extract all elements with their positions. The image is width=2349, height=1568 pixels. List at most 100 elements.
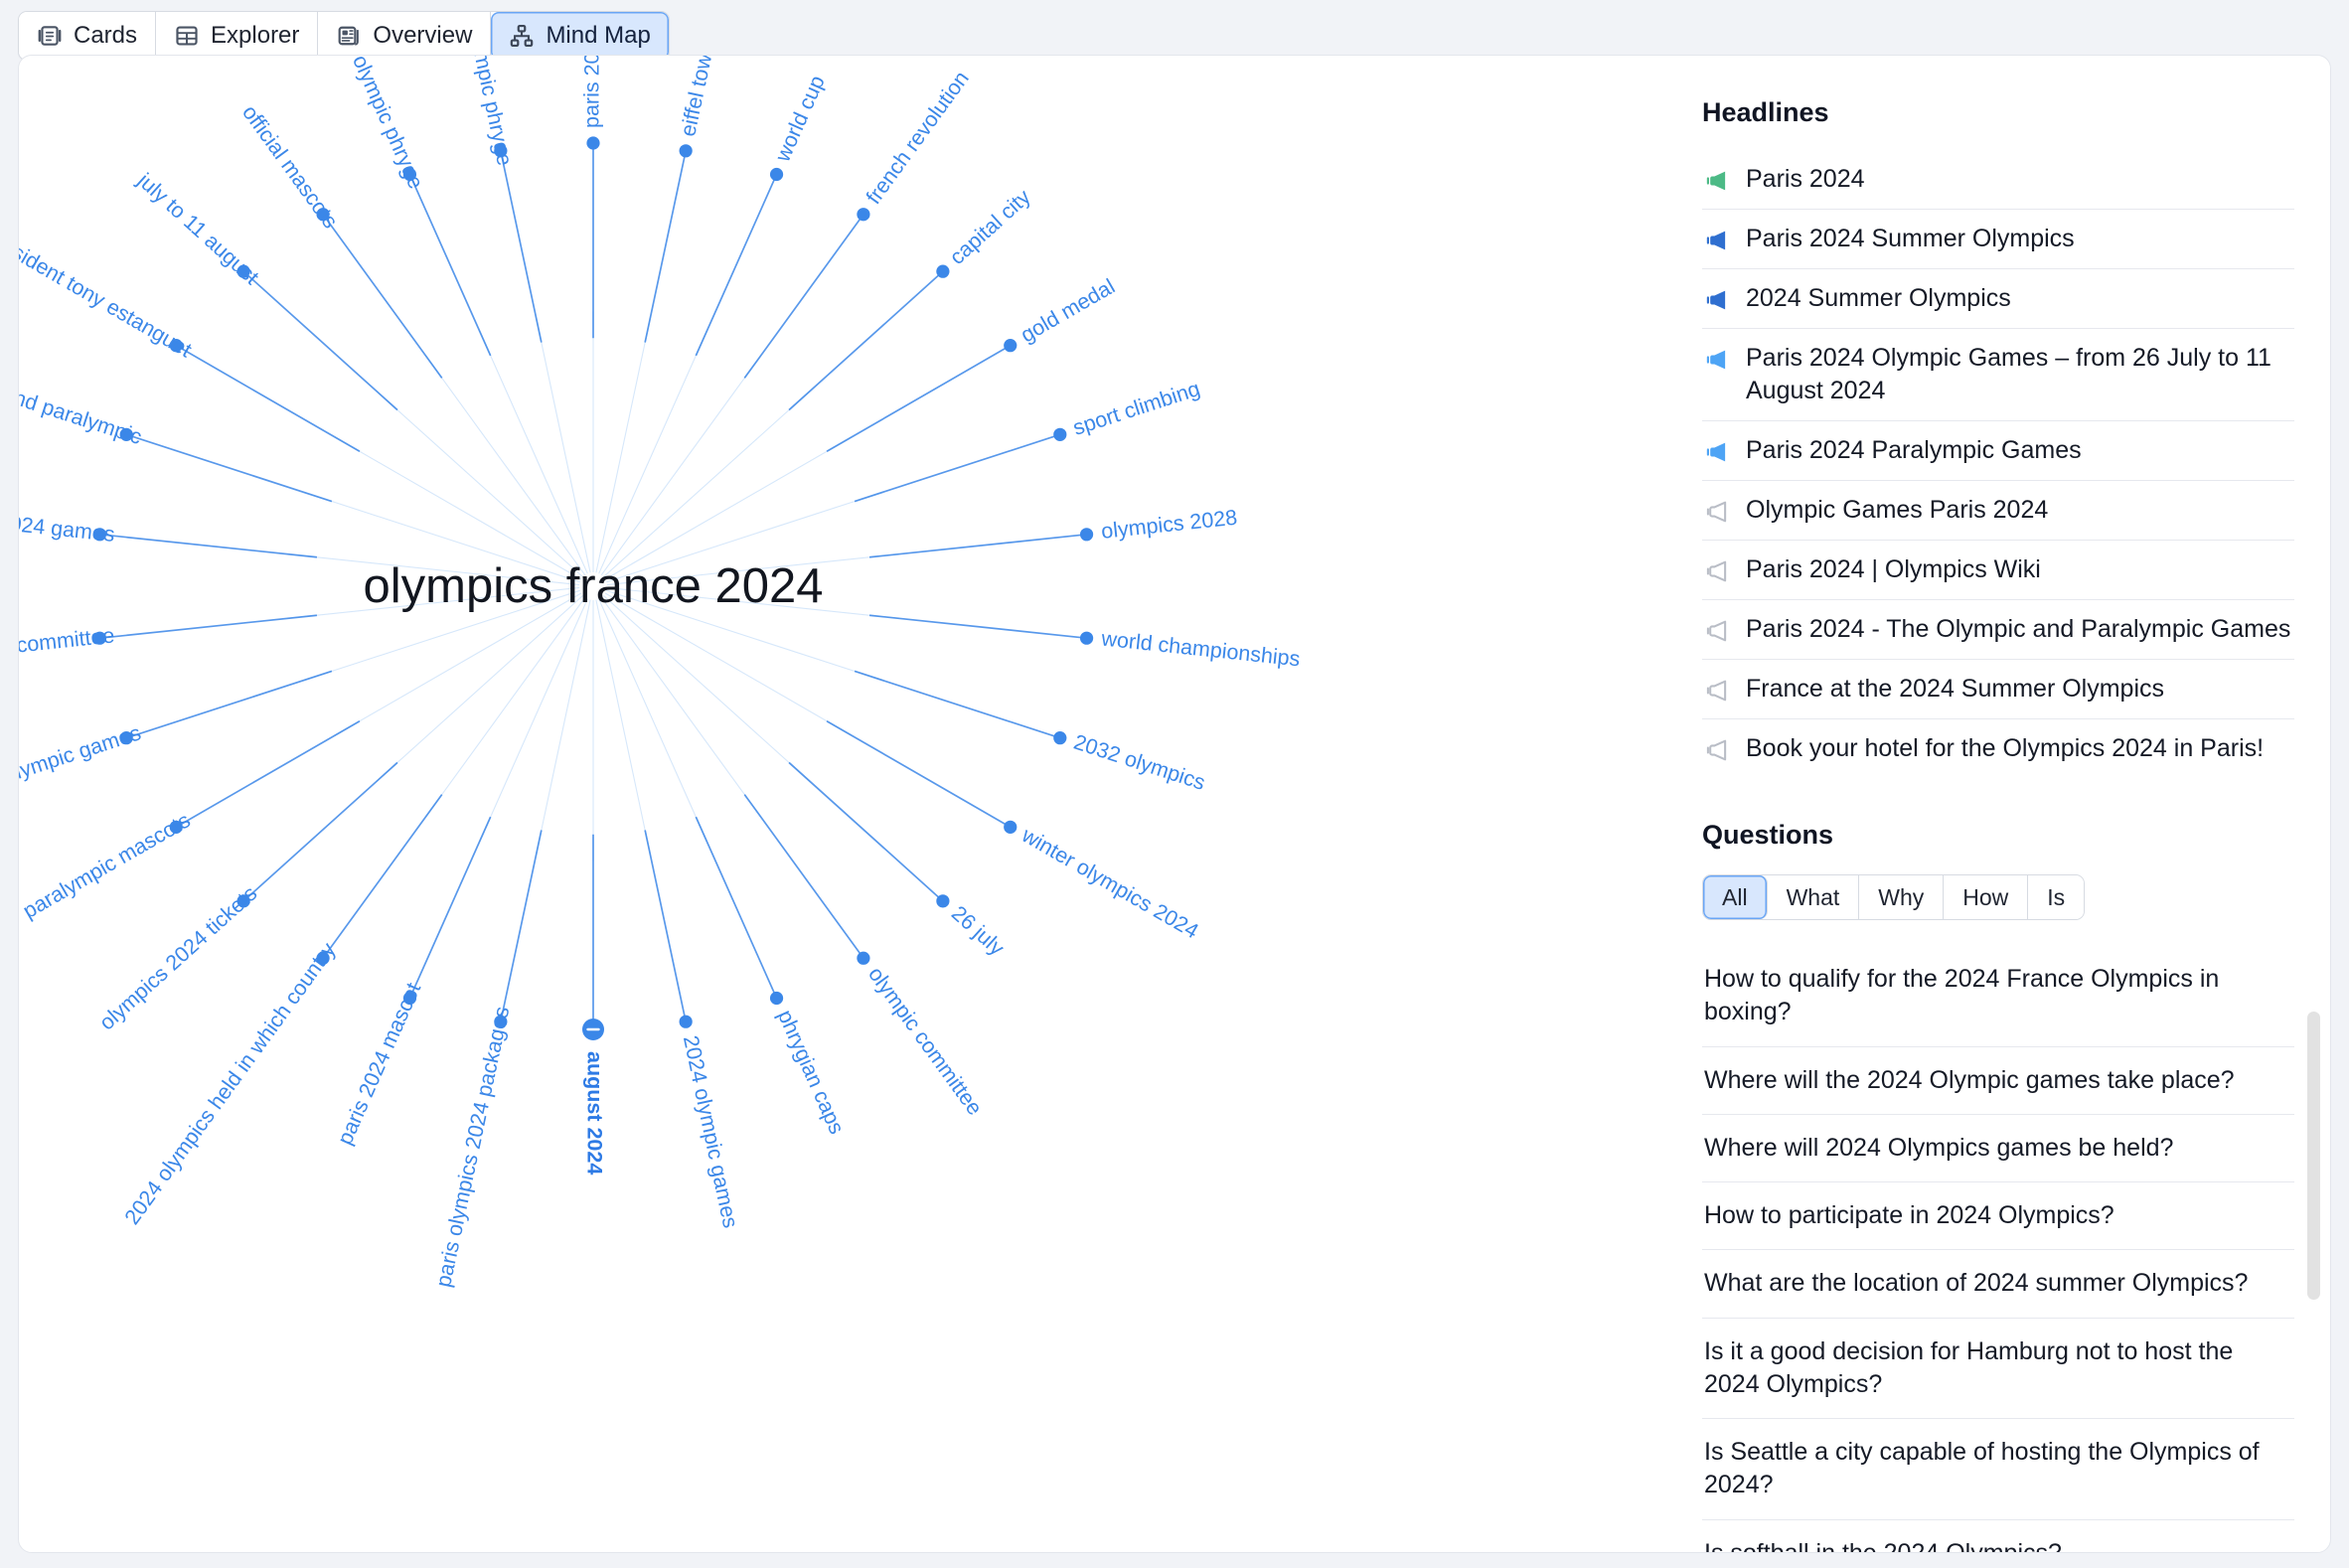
mindmap-branch-line (99, 535, 316, 557)
question-filter-why[interactable]: Why (1859, 875, 1944, 919)
mindmap-node[interactable]: 2032 olympics (855, 671, 1208, 794)
headline-item[interactable]: Paris 2024 | Olympics Wiki (1702, 541, 2294, 600)
mindmap-node-dot[interactable] (936, 894, 949, 907)
mindmap-node[interactable]: olympics 2024 tickets (94, 762, 396, 1034)
tab-mind-map[interactable]: Mind Map (491, 12, 668, 60)
question-item[interactable]: Is softball in the 2024 Olympics? (1702, 1520, 2294, 1554)
mindmap-node-label[interactable]: phrygian caps (773, 1007, 849, 1138)
mindmap-node-dot[interactable] (1080, 632, 1093, 645)
mindmap-node-label[interactable]: paralympic phryge (457, 56, 517, 168)
question-item[interactable]: What are the location of 2024 summer Oly… (1702, 1250, 2294, 1318)
headline-item[interactable]: Paris 2024 Summer Olympics (1702, 210, 2294, 269)
question-filter-is[interactable]: Is (2028, 875, 2084, 919)
questions-scrollbar-thumb[interactable] (2307, 1012, 2320, 1300)
question-item[interactable]: How to qualify for the 2024 France Olymp… (1702, 946, 2294, 1047)
headline-item[interactable]: Paris 2024 (1702, 150, 2294, 210)
headline-text: France at the 2024 Summer Olympics (1746, 673, 2164, 706)
mindmap-node-dot[interactable] (680, 1016, 693, 1028)
mindmap-node[interactable]: eiffel tower (645, 56, 720, 343)
mindmap-node-dot[interactable] (1080, 528, 1093, 541)
mindmap-node[interactable]: olympic and paralympic games (19, 671, 332, 834)
tab-explorer[interactable]: Explorer (156, 12, 318, 60)
mindmap-node-label[interactable]: paris 2024 president tony (580, 56, 604, 128)
question-item[interactable]: Where will the 2024 Olympic games take p… (1702, 1047, 2294, 1115)
headline-item[interactable]: Paris 2024 - The Olympic and Paralympic … (1702, 600, 2294, 660)
question-filter-how[interactable]: How (1944, 875, 2028, 919)
mindmap-node[interactable]: paris 2024 games (19, 505, 317, 557)
mindmap-node[interactable]: olympics 2028 (869, 506, 1238, 557)
mindmap-node-label[interactable]: 2032 olympics (1071, 730, 1208, 795)
mindmap-node-label[interactable]: 2024 olympic and paralympic (19, 341, 145, 449)
mindmap-node-label[interactable]: july to 11 august (132, 168, 263, 289)
mindmap-canvas[interactable]: paris 2024 president tony paralympic phry… (19, 56, 1668, 1553)
mindmap-node-dot[interactable] (586, 136, 599, 149)
mindmap-node-dot[interactable] (1004, 339, 1017, 352)
question-item[interactable]: Is Seattle a city capable of hosting the… (1702, 1419, 2294, 1520)
mindmap-node[interactable]: french revolution (744, 67, 974, 378)
mindmap-node-label[interactable]: paris 2024 games (19, 505, 116, 547)
tab-overview[interactable]: Overview (318, 12, 491, 60)
mindmap-node-dot[interactable] (680, 144, 693, 157)
mindmap-node-dot[interactable] (857, 208, 869, 221)
mindmap-node-label[interactable]: french revolution (861, 67, 974, 209)
question-filter-what[interactable]: What (1768, 875, 1860, 919)
mindmap-node-label[interactable]: sport climbing (1070, 377, 1203, 440)
headline-item[interactable]: Olympic Games Paris 2024 (1702, 481, 2294, 541)
mindmap-node-dot[interactable] (857, 952, 869, 965)
mindmap-node[interactable]: olympic committee (744, 795, 987, 1120)
mindmap-node[interactable]: capital city (789, 185, 1035, 410)
question-item[interactable]: Is it a good decision for Hamburg not to… (1702, 1319, 2294, 1420)
mindmap-node[interactable]: paris 2024 president tony (580, 56, 604, 338)
mindmap-node-label[interactable]: capital city (945, 185, 1035, 269)
mindmap-node-label[interactable]: paris olympics 2024 packages (431, 1005, 514, 1290)
mindmap-node-label[interactable]: paralympic mascots (19, 808, 195, 923)
mindmap-node[interactable]: 2024 olympic and paralympic (19, 341, 332, 501)
mindmap-node[interactable]: olympic phryge (348, 56, 491, 356)
headline-item[interactable]: Paris 2024 Paralympic Games (1702, 421, 2294, 481)
mindmap-node[interactable]: august 2024 (582, 835, 606, 1176)
mindmap-node-label[interactable]: olympics 2028 (1100, 506, 1238, 544)
mindmap-node[interactable]: world championships (869, 615, 1301, 671)
mindmap-node-label[interactable]: olympic and paralympic games (19, 720, 144, 834)
headline-item[interactable]: Paris 2024 Olympic Games – from 26 July … (1702, 329, 2294, 421)
mindmap-node[interactable]: paralympic phryge (457, 56, 542, 343)
mindmap-node[interactable]: world cup (696, 72, 829, 356)
mindmap-node[interactable]: paris 2024 mascot (333, 817, 491, 1149)
headline-item[interactable]: Book your hotel for the Olympics 2024 in… (1702, 719, 2294, 778)
mindmap-node-label[interactable]: 26 july (947, 901, 1009, 961)
mindmap-node[interactable]: phrygian caps (696, 817, 849, 1138)
mindmap-node-label[interactable]: winter olympics 2024 (1018, 823, 1203, 944)
mindmap-node[interactable]: 26 july (789, 762, 1009, 960)
mindmap-node-label[interactable]: world championships (1099, 626, 1301, 671)
mindmap-node[interactable]: july to 11 august (132, 168, 397, 410)
mindmap-node-label[interactable]: 2024 president tony estanguet (19, 198, 196, 362)
headline-item[interactable]: 2024 Summer Olympics (1702, 269, 2294, 329)
mindmap-node-dot[interactable] (770, 168, 783, 181)
mindmap-node-dot[interactable] (770, 992, 783, 1005)
mindmap-node-dot[interactable] (1004, 821, 1017, 834)
mindmap-node-label[interactable]: olympic committee (863, 963, 987, 1120)
mindmap-node-label[interactable]: olympics 2024 tickets (94, 881, 261, 1035)
mindmap-node-dot[interactable] (1053, 731, 1066, 744)
question-filter-all[interactable]: All (1703, 875, 1768, 919)
mindmap-node-label[interactable]: 2024 olympic games (679, 1033, 742, 1230)
mindmap-svg[interactable]: paris 2024 president tony paralympic phry… (19, 56, 1668, 1553)
mindmap-node-label[interactable]: organising committee (19, 623, 115, 668)
mindmap-node[interactable]: sport climbing (855, 377, 1202, 501)
mindmap-node-label[interactable]: official mascots (237, 100, 343, 233)
mindmap-node[interactable]: organising committee (19, 615, 317, 668)
mindmap-node[interactable]: official mascots (237, 100, 442, 378)
question-item[interactable]: Where will 2024 Olympics games be held? (1702, 1115, 2294, 1182)
mindmap-node-label[interactable]: olympic phryge (348, 56, 428, 193)
mindmap-node-label[interactable]: eiffel tower (676, 56, 720, 138)
mindmap-node-dot[interactable] (936, 265, 949, 278)
mindmap-node-label[interactable]: gold medal (1017, 274, 1119, 347)
tab-cards[interactable]: Cards (19, 12, 156, 60)
mindmap-node-label[interactable]: world cup (770, 72, 830, 166)
question-item[interactable]: How to participate in 2024 Olympics? (1702, 1182, 2294, 1250)
mindmap-node-label[interactable]: august 2024 (582, 1051, 606, 1175)
mindmap-node-label[interactable]: paris 2024 mascot (333, 979, 425, 1148)
mindmap-node[interactable]: paris olympics 2024 packages (431, 830, 542, 1289)
mindmap-node-dot[interactable] (1053, 428, 1066, 441)
headline-item[interactable]: France at the 2024 Summer Olympics (1702, 660, 2294, 719)
